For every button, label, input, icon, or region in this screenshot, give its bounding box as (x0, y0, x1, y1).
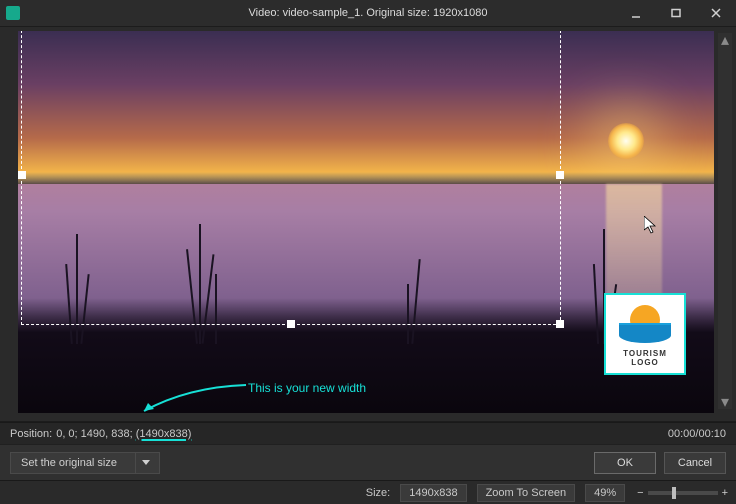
canvas-area: TOURISMLOGO This is your new width ▴ ▾ (0, 26, 736, 422)
zoom-slider-knob[interactable] (672, 487, 676, 499)
position-label: Position: (10, 428, 52, 440)
window-controls (616, 0, 736, 26)
app-icon (6, 6, 20, 20)
position-coords: 0, 0; 1490, 838; (1490x838) (56, 428, 191, 440)
crop-handle-southeast[interactable] (556, 320, 564, 328)
zoom-in-icon[interactable]: + (722, 487, 728, 499)
scroll-up-icon[interactable]: ▴ (718, 33, 732, 47)
size-preset-label: Set the original size (21, 457, 117, 469)
size-preset-dropdown[interactable]: Set the original size (10, 452, 160, 474)
scroll-down-icon[interactable]: ▾ (718, 395, 732, 409)
position-bar: Position: 0, 0; 1490, 838; (1490x838) 00… (0, 422, 736, 444)
zoom-to-screen-button[interactable]: Zoom To Screen (477, 484, 576, 502)
maximize-button[interactable] (656, 0, 696, 26)
dropdown-caret-icon (135, 453, 155, 473)
status-bar: Size: 1490x838 Zoom To Screen 49% − + (0, 480, 736, 504)
close-icon (711, 8, 721, 18)
video-editor-window: Video: video-sample_1. Original size: 19… (0, 0, 736, 504)
time-display: 00:00/00:10 (668, 428, 726, 440)
video-preview[interactable]: TOURISMLOGO This is your new width (18, 31, 714, 413)
action-bar: Set the original size OK Cancel (0, 444, 736, 480)
logo-text: TOURISMLOGO (623, 349, 667, 367)
close-button[interactable] (696, 0, 736, 26)
ok-button[interactable]: OK (594, 452, 656, 474)
titlebar: Video: video-sample_1. Original size: 19… (0, 0, 736, 26)
crop-handle-south[interactable] (287, 320, 295, 328)
crop-handle-west[interactable] (18, 171, 26, 179)
logo-icon (619, 301, 671, 345)
annotation-label: This is your new width (248, 381, 366, 395)
size-label: Size: (366, 487, 390, 499)
vertical-scrollbar[interactable]: ▴ ▾ (718, 33, 732, 409)
size-value-box[interactable]: 1490x838 (400, 484, 466, 502)
zoom-percent-box[interactable]: 49% (585, 484, 625, 502)
zoom-slider-track[interactable] (648, 491, 718, 495)
logo-overlay[interactable]: TOURISMLOGO (604, 293, 686, 375)
crop-handle-east[interactable] (556, 171, 564, 179)
annotation-arrow-icon (138, 381, 248, 413)
cancel-button[interactable]: Cancel (664, 452, 726, 474)
zoom-slider[interactable]: − + (637, 487, 728, 499)
crop-selection[interactable] (21, 31, 561, 325)
maximize-icon (671, 8, 681, 18)
position-dimensions: (1490x838) (136, 428, 192, 440)
zoom-out-icon[interactable]: − (637, 487, 643, 499)
minimize-icon (631, 8, 641, 18)
minimize-button[interactable] (616, 0, 656, 26)
